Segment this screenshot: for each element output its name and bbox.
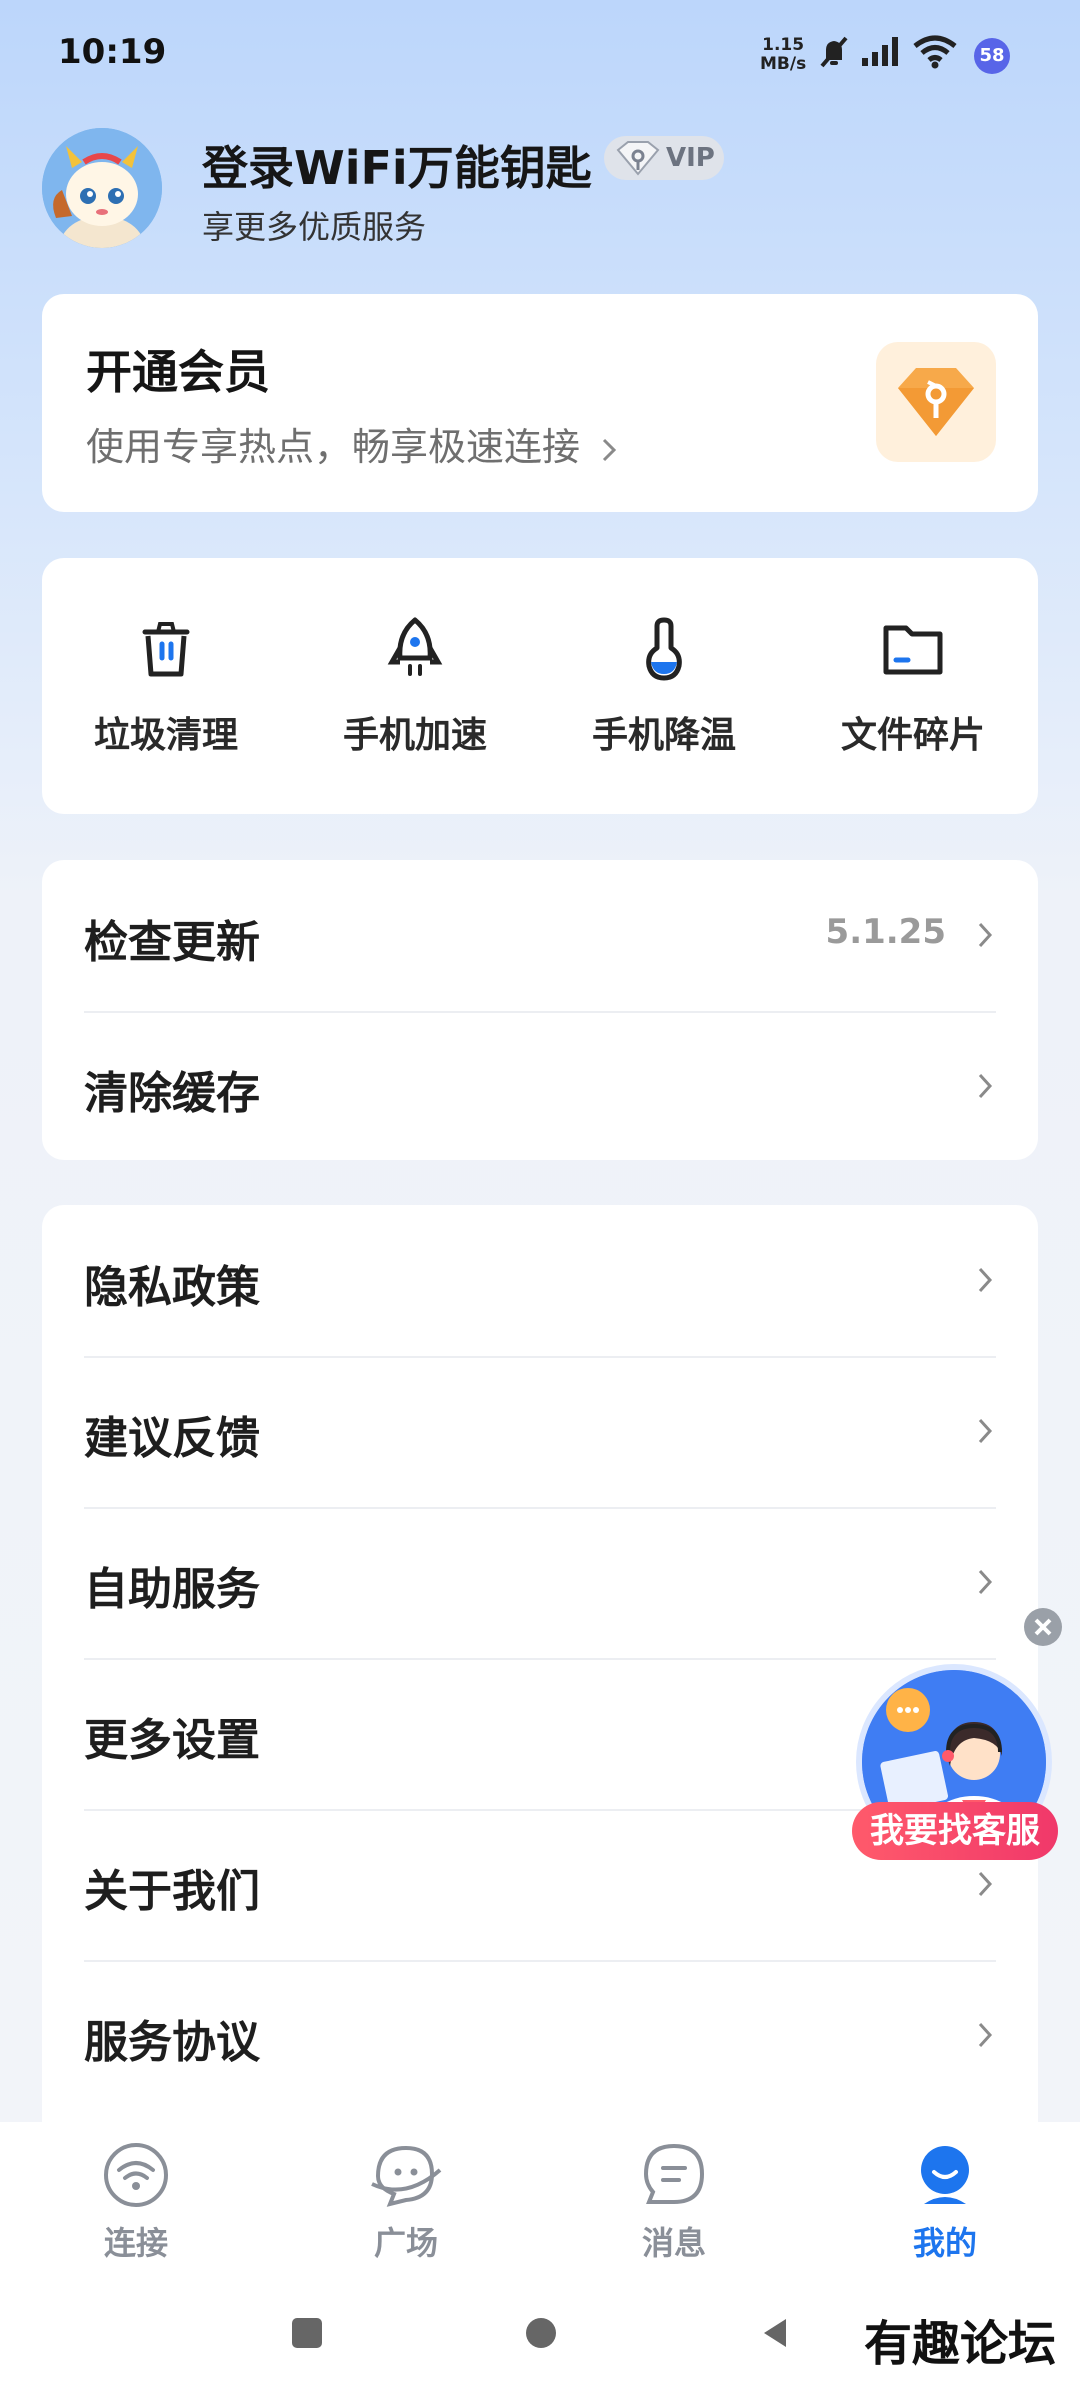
avatar[interactable] <box>42 128 162 248</box>
trash-icon <box>142 622 190 677</box>
login-title[interactable]: 登录WiFi万能钥匙 <box>202 132 592 198</box>
network-speed: 1.15 MB/s <box>760 36 806 74</box>
clear-cache-row[interactable]: 清除缓存 <box>84 1011 996 1162</box>
vip-badge: VIP <box>604 136 724 180</box>
customer-service-float[interactable]: 我要找客服 <box>852 1664 1058 1874</box>
privacy-policy-row[interactable]: 隐私政策 <box>84 1205 996 1358</box>
row-label: 检查更新 <box>84 917 260 968</box>
profile-icon <box>921 2146 969 2204</box>
tool-label: 手机降温 <box>591 715 736 756</box>
bottom-nav: 连接 广场 消息 我的 <box>0 2122 1080 2272</box>
tool-trash-cleaner[interactable]: 垃圾清理 <box>42 614 290 758</box>
login-subtitle: 享更多优质服务 <box>202 208 427 246</box>
nav-square[interactable]: 广场 <box>336 2140 476 2264</box>
battery-indicator: 58 <box>974 38 1010 74</box>
tools-card: 垃圾清理 手机加速 手机降温 文件碎片 <box>42 558 1038 814</box>
chevron-right-icon <box>978 1418 993 1444</box>
feedback-row[interactable]: 建议反馈 <box>84 1356 996 1509</box>
nav-messages[interactable]: 消息 <box>604 2140 744 2264</box>
chevron-right-icon <box>978 1569 993 1595</box>
version-value: 5.1.25 <box>825 912 946 952</box>
dragon-mascot-icon <box>42 128 162 248</box>
nav-connect[interactable]: 连接 <box>66 2140 206 2264</box>
system-nav-bar: 有趣论坛 <box>0 2272 1080 2400</box>
tool-phone-boost[interactable]: 手机加速 <box>291 614 539 758</box>
customer-service-label: 我要找客服 <box>852 1802 1058 1860</box>
back-button[interactable] <box>758 2316 792 2350</box>
nav-label: 广场 <box>373 2224 438 2262</box>
vip-badge-label: VIP <box>666 143 715 173</box>
chevron-right-icon <box>978 1073 993 1099</box>
speed-value: 1.15 <box>762 35 805 55</box>
folder-icon <box>883 625 943 675</box>
row-label: 建议反馈 <box>84 1413 260 1464</box>
vip-gem-icon <box>876 342 996 462</box>
close-float-button[interactable] <box>1024 1608 1062 1646</box>
chat-bubble-icon <box>371 2145 442 2207</box>
tool-label: 文件碎片 <box>840 715 985 756</box>
tool-label: 手机加速 <box>342 715 487 756</box>
close-icon <box>1034 1618 1052 1636</box>
membership-subtitle-text: 使用专享热点，畅享极速连接 <box>86 425 581 469</box>
service-agreement-row[interactable]: 服务协议 <box>84 1960 996 2111</box>
home-button[interactable] <box>524 2316 558 2350</box>
recents-button[interactable] <box>290 2316 324 2350</box>
row-label: 服务协议 <box>84 2017 260 2068</box>
message-icon <box>643 2143 705 2204</box>
thermometer-icon <box>646 617 682 681</box>
wifi-icon <box>912 34 958 74</box>
diamond-key-icon <box>610 138 666 182</box>
rocket-icon <box>387 617 443 676</box>
tool-file-fragments[interactable]: 文件碎片 <box>789 614 1037 758</box>
chevron-right-icon <box>978 922 993 948</box>
status-bar: 10:19 1.15 MB/s 58 <box>0 0 1080 110</box>
membership-title: 开通会员 <box>86 345 270 399</box>
row-label: 自助服务 <box>84 1564 260 1615</box>
membership-subtitle: 使用专享热点，畅享极速连接 <box>86 416 620 471</box>
nav-label: 连接 <box>103 2224 168 2262</box>
wifi-icon <box>104 2143 168 2207</box>
row-label: 关于我们 <box>84 1866 260 1917</box>
nav-label: 我的 <box>912 2224 977 2262</box>
row-label: 更多设置 <box>84 1715 260 1766</box>
nav-label: 消息 <box>641 2224 706 2262</box>
open-membership-card[interactable]: 开通会员 使用专享热点，畅享极速连接 <box>42 294 1038 512</box>
tool-phone-cooling[interactable]: 手机降温 <box>540 614 788 758</box>
row-label: 清除缓存 <box>84 1068 260 1119</box>
tool-label: 垃圾清理 <box>93 715 238 756</box>
check-update-row[interactable]: 检查更新 5.1.25 <box>84 860 996 1013</box>
chevron-right-icon <box>978 2022 993 2048</box>
chevron-right-icon <box>978 1267 993 1293</box>
signal-icon <box>860 34 904 74</box>
row-label: 隐私政策 <box>84 1262 260 1313</box>
mute-icon <box>816 34 852 74</box>
speed-unit: MB/s <box>760 54 807 74</box>
status-time: 10:19 <box>58 32 167 72</box>
self-service-row[interactable]: 自助服务 <box>84 1507 996 1660</box>
nav-mine[interactable]: 我的 <box>875 2140 1015 2264</box>
watermark: 有趣论坛 <box>863 2316 1056 2372</box>
chevron-right-icon <box>603 438 617 461</box>
settings-group-1: 检查更新 5.1.25 清除缓存 <box>42 860 1038 1160</box>
